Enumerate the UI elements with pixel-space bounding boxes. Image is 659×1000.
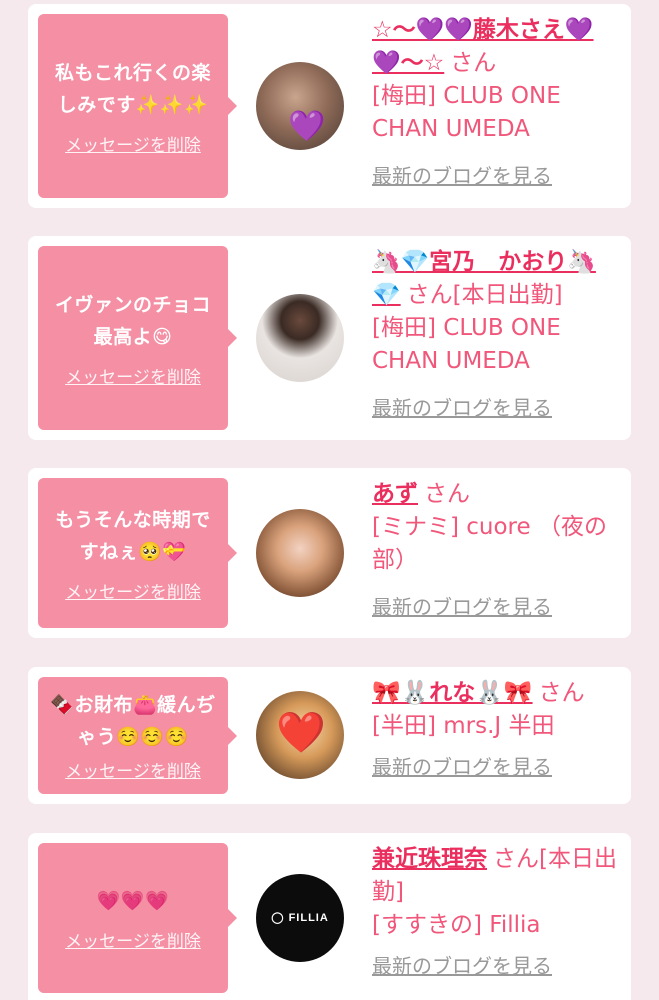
profile-info: あず さん [ミナミ] cuore （夜の部） 最新のブログを見る	[372, 478, 622, 624]
message-text: 🍫お財布👛緩んぢゃう☺️☺️☺️	[50, 694, 216, 748]
latest-blog-link[interactable]: 最新のブログを見る	[372, 392, 622, 425]
message-text: 私もこれ行くの楽しみです✨✨✨	[54, 61, 211, 116]
red-heart-icon: ❤️	[276, 710, 326, 756]
latest-blog-link[interactable]: 最新のブログを見る	[372, 591, 622, 624]
name-suffix: さん	[450, 50, 497, 76]
name-suffix: さん	[538, 680, 585, 706]
delete-message-link[interactable]: メッセージを削除	[65, 578, 201, 603]
message-card: 🍫お財布👛緩んぢゃう☺️☺️☺️ メッセージを削除 ❤️ 🎀🐰れな🐰🎀 さん [半…	[28, 667, 631, 804]
profile-info: ☆〜💜💜藤木さえ💜💜〜☆ さん [梅田] CLUB ONE CHAN UMEDA …	[372, 14, 622, 193]
message-bubble: 💗💗💗 メッセージを削除	[38, 843, 237, 993]
message-text: イヴァンのチョコ最高よ😋	[54, 293, 211, 348]
fillia-logo: ◯ FILLIA	[271, 912, 329, 924]
store-name: [すすきの] Fillia	[372, 912, 541, 938]
profile-info: 兼近珠理奈 さん[本日出勤] [すすきの] Fillia 最新のブログを見る	[372, 843, 622, 983]
message-bubble: 🍫お財布👛緩んぢゃう☺️☺️☺️ メッセージを削除	[38, 677, 237, 794]
avatar[interactable]	[256, 509, 344, 597]
store-name: [梅田] CLUB ONE CHAN UMEDA	[372, 83, 561, 142]
delete-message-link[interactable]: メッセージを削除	[65, 757, 201, 782]
name-suffix: さん[本日出勤]	[406, 282, 563, 308]
delete-message-link[interactable]: メッセージを削除	[65, 927, 201, 952]
purple-heart-icon: 💜	[288, 109, 326, 144]
store-name: [ミナミ] cuore （夜の部）	[372, 514, 607, 573]
message-card: もうそんな時期ですねぇ🥺💝 メッセージを削除 あず さん [ミナミ] cuore …	[28, 468, 631, 638]
message-bubble: もうそんな時期ですねぇ🥺💝 メッセージを削除	[38, 478, 237, 628]
store-name: [半田] mrs.J 半田	[372, 713, 555, 739]
name-suffix: さん	[424, 481, 470, 507]
profile-name-link[interactable]: 🎀🐰れな🐰🎀	[372, 680, 533, 706]
profile-name-link[interactable]: 兼近珠理奈	[372, 846, 487, 872]
delete-message-link[interactable]: メッセージを削除	[65, 131, 201, 156]
message-bubble: 私もこれ行くの楽しみです✨✨✨ メッセージを削除	[38, 14, 237, 198]
avatar[interactable]	[256, 294, 344, 382]
avatar[interactable]: ❤️	[256, 691, 344, 779]
message-text: もうそんな時期ですねぇ🥺💝	[55, 508, 211, 563]
store-name: [梅田] CLUB ONE CHAN UMEDA	[372, 315, 561, 374]
avatar[interactable]: ◯ FILLIA	[256, 874, 344, 962]
latest-blog-link[interactable]: 最新のブログを見る	[372, 160, 622, 193]
avatar[interactable]: 💜	[256, 62, 344, 150]
profile-name-link[interactable]: あず	[372, 481, 418, 507]
message-text: 💗💗💗	[96, 889, 170, 912]
profile-info: 🎀🐰れな🐰🎀 さん [半田] mrs.J 半田 最新のブログを見る	[372, 677, 622, 784]
message-bubble: イヴァンのチョコ最高よ😋 メッセージを削除	[38, 246, 237, 430]
delete-message-link[interactable]: メッセージを削除	[65, 363, 201, 388]
message-list: 私もこれ行くの楽しみです✨✨✨ メッセージを削除 💜 ☆〜💜💜藤木さえ💜💜〜☆ さ…	[0, 0, 659, 1000]
latest-blog-link[interactable]: 最新のブログを見る	[372, 950, 622, 983]
message-card: イヴァンのチョコ最高よ😋 メッセージを削除 🦄💎宮乃 かおり🦄💎 さん[本日出勤]…	[28, 236, 631, 440]
message-card: 💗💗💗 メッセージを削除 ◯ FILLIA 兼近珠理奈 さん[本日出勤] [すすき…	[28, 833, 631, 1000]
message-card: 私もこれ行くの楽しみです✨✨✨ メッセージを削除 💜 ☆〜💜💜藤木さえ💜💜〜☆ さ…	[28, 4, 631, 208]
profile-info: 🦄💎宮乃 かおり🦄💎 さん[本日出勤] [梅田] CLUB ONE CHAN UM…	[372, 246, 622, 425]
latest-blog-link[interactable]: 最新のブログを見る	[372, 751, 622, 784]
